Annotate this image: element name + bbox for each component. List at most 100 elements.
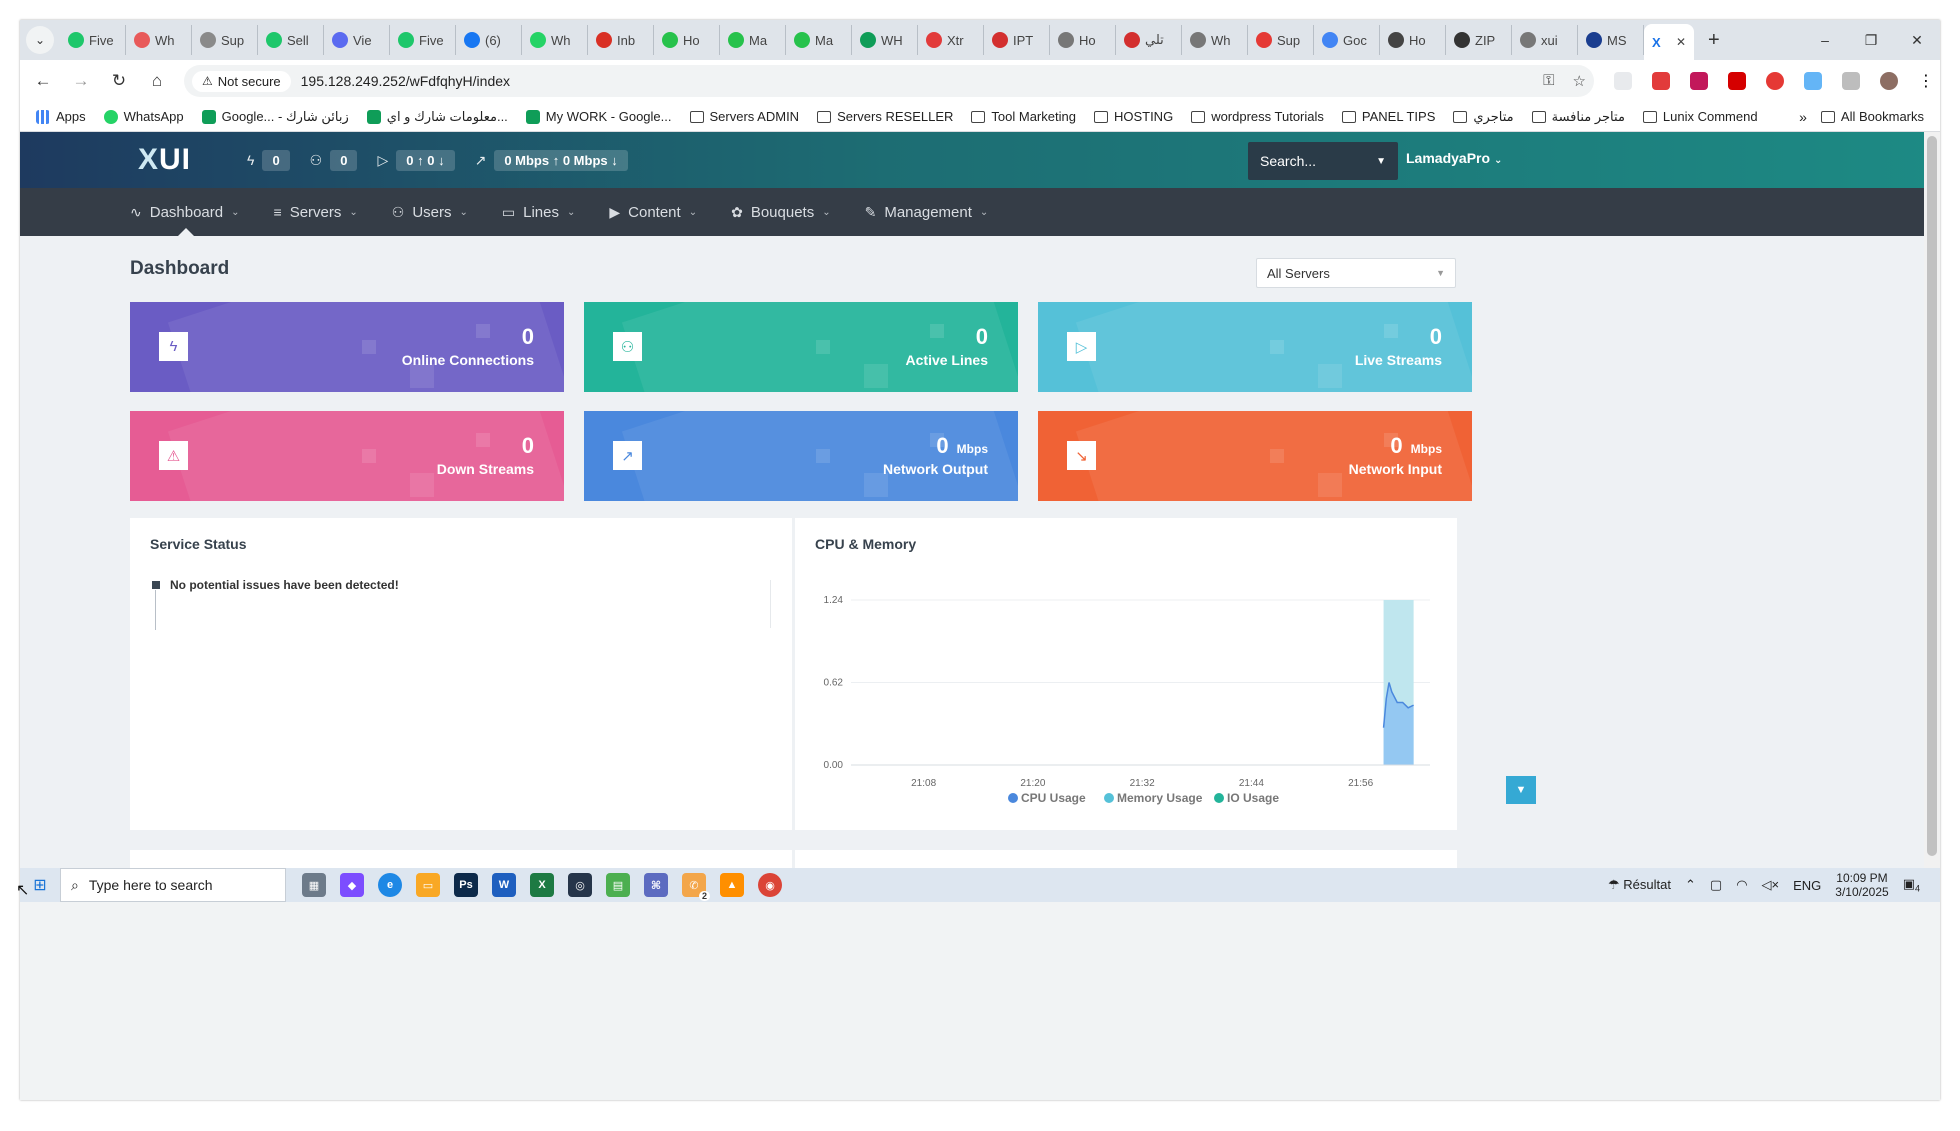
adblock-icon[interactable] [1652, 72, 1670, 90]
bookmark-item[interactable]: Tool Marketing [971, 109, 1076, 124]
scroll-down-button[interactable]: ▼ [1506, 776, 1536, 804]
back-icon[interactable]: ← [28, 66, 58, 96]
browser-tab[interactable]: تلي [1116, 25, 1182, 55]
browser-tab[interactable]: Wh [1182, 25, 1248, 55]
menu-item-management[interactable]: ✎ Management ⌄ [865, 204, 989, 221]
page-scrollbar[interactable] [1924, 132, 1940, 868]
password-key-icon[interactable]: ⚿ [1543, 72, 1554, 90]
bookmark-item[interactable]: WhatsApp [103, 109, 184, 124]
word-icon[interactable]: W [492, 873, 516, 897]
xui-logo[interactable]: XUI [138, 143, 191, 177]
bookmark-item[interactable]: Lunix Commend [1642, 109, 1758, 124]
volume-icon[interactable]: ◁× [1762, 877, 1780, 893]
browser-tab[interactable]: Vie [324, 25, 390, 55]
browser-tab[interactable]: Five [390, 25, 456, 55]
minimize-icon[interactable]: – [1802, 20, 1848, 60]
browser-tab[interactable]: Ma [786, 25, 852, 55]
menu-item-lines[interactable]: ▭ Lines ⌄ [502, 204, 575, 221]
kebab-menu-icon[interactable]: ⋮ [1918, 71, 1934, 91]
browser-tab[interactable]: Sup [192, 25, 258, 55]
bookmark-item[interactable]: Servers RESELLER [817, 109, 953, 124]
header-search[interactable]: Search... ▼ [1248, 142, 1398, 180]
bookmark-item[interactable]: متاجري [1453, 109, 1514, 125]
tray-icon[interactable]: ▢ [1710, 877, 1722, 893]
user-menu[interactable]: LamadyaPro ⌄ [1406, 150, 1502, 166]
browser-tab[interactable]: MS [1578, 25, 1644, 55]
extension-icon[interactable] [1690, 72, 1708, 90]
menu-item-dashboard[interactable]: ∿ Dashboard ⌄ [130, 204, 240, 221]
chrome-icon[interactable]: ◉ [758, 873, 782, 897]
stat-card[interactable]: ↗ 0 Mbps Network Output [584, 411, 1018, 501]
browser-tab[interactable]: (6) [456, 25, 522, 55]
bookmark-item[interactable]: PANEL TIPS [1341, 109, 1435, 124]
browser-tab[interactable]: Ho [654, 25, 720, 55]
restore-icon[interactable]: ❐ [1848, 20, 1894, 60]
bookmark-item[interactable]: HOSTING [1093, 109, 1173, 124]
browser-tab[interactable]: Inb [588, 25, 654, 55]
menu-item-users[interactable]: ⚇ Users ⌄ [392, 204, 468, 221]
browser-tab[interactable]: Ho [1380, 25, 1446, 55]
close-tab-icon[interactable]: ✕ [1676, 35, 1686, 49]
bookmark-item[interactable]: wordpress Tutorials [1191, 109, 1324, 124]
close-window-icon[interactable]: ✕ [1894, 20, 1940, 60]
stat-card[interactable]: ▷ 0 Live Streams [1038, 302, 1472, 392]
browser-tab[interactable]: WH [852, 25, 918, 55]
url-text[interactable]: 195.128.249.252/wFdfqhyH/index [301, 73, 510, 89]
security-chip[interactable]: ⚠ Not secure [192, 70, 291, 92]
extension-icon[interactable] [1766, 72, 1784, 90]
profile-avatar[interactable] [1880, 72, 1898, 90]
file-explorer-icon[interactable]: ▭ [416, 873, 440, 897]
browser-tab[interactable]: IPT [984, 25, 1050, 55]
clock[interactable]: 10:09 PM 3/10/2025 [1835, 871, 1888, 899]
more-bookmarks-icon[interactable]: » [1799, 109, 1807, 125]
vlc-icon[interactable]: ▲ [720, 873, 744, 897]
wifi-icon[interactable]: ◠ [1736, 877, 1747, 893]
browser-tab[interactable]: Ho [1050, 25, 1116, 55]
whatsapp-icon[interactable]: ✆ 2 [682, 873, 710, 901]
address-bar[interactable]: ⚠ Not secure 195.128.249.252/wFdfqhyH/in… [184, 65, 1594, 97]
stat-card[interactable]: ⚇ 0 Active Lines [584, 302, 1018, 392]
bookmark-item[interactable]: متاجر منافسة [1531, 109, 1625, 125]
excel-icon[interactable]: X [530, 873, 554, 897]
edge-icon[interactable]: e [378, 873, 402, 897]
browser-tab[interactable]: Goc [1314, 25, 1380, 55]
stat-card[interactable]: ⚠ 0 Down Streams [130, 411, 564, 501]
all-bookmarks-folder[interactable]: All Bookmarks [1820, 109, 1924, 124]
forward-icon[interactable]: → [66, 66, 96, 96]
task-view-icon[interactable]: ▦ [302, 873, 326, 897]
reload-icon[interactable]: ↻ [104, 66, 134, 96]
tab-search-button[interactable]: ⌄ [26, 26, 54, 54]
bookmark-item[interactable]: معلومات شارك و اي... [366, 109, 508, 125]
scrollbar-thumb[interactable] [1927, 136, 1937, 856]
network-app-icon[interactable]: ⌘ [644, 873, 668, 897]
stat-card[interactable]: ↘ 0 Mbps Network Input [1038, 411, 1472, 501]
bookmark-star-icon[interactable]: ☆ [1573, 72, 1586, 90]
browser-tab[interactable]: Ma [720, 25, 786, 55]
extension-icon[interactable] [1614, 72, 1632, 90]
bookmark-item[interactable]: My WORK - Google... [525, 109, 672, 124]
browser-tab[interactable]: Wh [522, 25, 588, 55]
browser-tab[interactable]: Five [60, 25, 126, 55]
taskbar-search[interactable]: ⌕ Type here to search [60, 868, 286, 902]
bookmark-item[interactable]: Google... - زبائن شارك [201, 109, 349, 125]
panel-scrollbar[interactable] [770, 580, 771, 628]
browser-tab[interactable]: xui [1512, 25, 1578, 55]
camera-app-icon[interactable]: ◎ [568, 873, 592, 897]
photoshop-icon[interactable]: Ps [454, 873, 478, 897]
bookmark-item[interactable]: Servers ADMIN [689, 109, 799, 124]
youtube-icon[interactable] [1728, 72, 1746, 90]
browser-tab[interactable]: Sell [258, 25, 324, 55]
tray-overflow-icon[interactable]: ⌃ [1685, 877, 1696, 893]
browser-tab[interactable]: Wh [126, 25, 192, 55]
stat-card[interactable]: ϟ 0 Online Connections [130, 302, 564, 392]
home-icon[interactable]: ⌂ [142, 66, 172, 96]
browser-tab[interactable]: ZIP [1446, 25, 1512, 55]
app-icon[interactable]: ▤ [606, 873, 630, 897]
notifications-icon[interactable]: ▣4 [1903, 876, 1920, 894]
copilot-icon[interactable]: ◆ [340, 873, 364, 897]
language-indicator[interactable]: ENG [1793, 878, 1821, 893]
bookmark-item[interactable]: Apps [36, 109, 86, 124]
browser-tab[interactable]: Xtr [918, 25, 984, 55]
menu-item-bouquets[interactable]: ✿ Bouquets ⌄ [731, 204, 831, 221]
puzzle-icon[interactable] [1842, 72, 1860, 90]
